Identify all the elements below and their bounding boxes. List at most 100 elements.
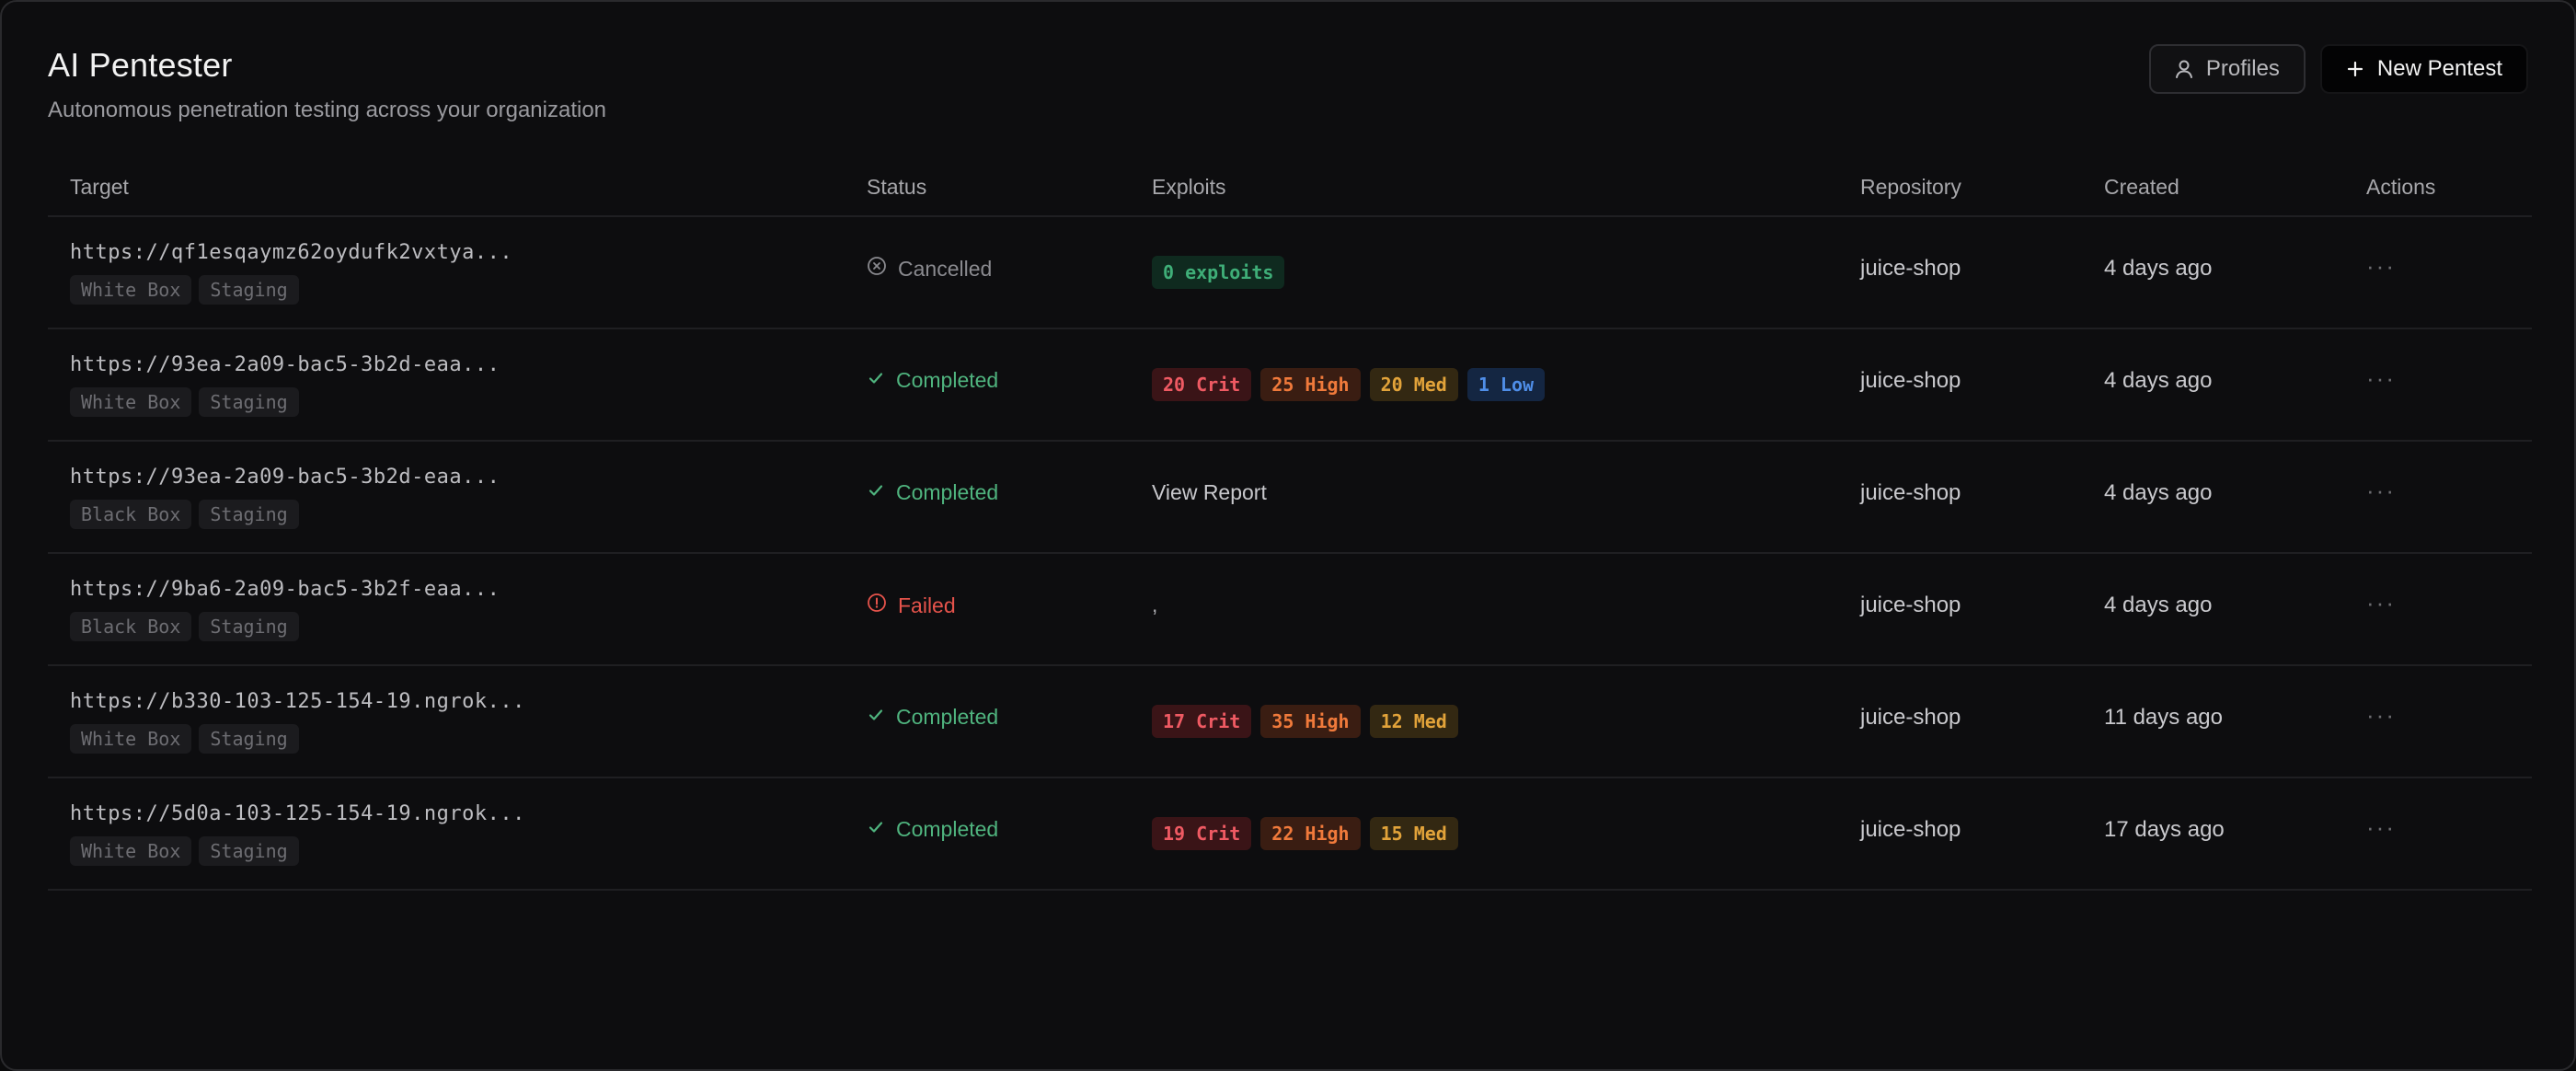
check-icon: [867, 705, 885, 730]
target-tag: White Box: [70, 836, 192, 866]
status-badge: Failed: [867, 593, 956, 618]
column-header-target[interactable]: Target: [70, 175, 129, 200]
more-icon[interactable]: ···: [2366, 477, 2396, 505]
created-cell: 4 days ago: [2104, 480, 2213, 505]
new-pentest-button[interactable]: New Pentest: [2319, 44, 2528, 94]
status-label: Completed: [896, 817, 999, 841]
table-row[interactable]: https://9ba6-2a09-bac5-3b2f-eaa... Black…: [48, 554, 2532, 666]
header-actions: Profiles New Pentest: [2148, 44, 2528, 94]
table-row[interactable]: https://5d0a-103-125-154-19.ngrok... Whi…: [48, 778, 2532, 891]
target-url[interactable]: https://b330-103-125-154-19.ngrok...: [70, 690, 525, 713]
column-header-repository[interactable]: Repository: [1860, 175, 1961, 200]
column-header-actions: Actions: [2366, 175, 2436, 199]
target-tag: Black Box: [70, 500, 192, 529]
more-icon[interactable]: ···: [2366, 589, 2396, 617]
exploit-badge: 25 High: [1260, 368, 1361, 401]
repository-cell: juice-shop: [1860, 368, 1961, 393]
created-cell: 4 days ago: [2104, 256, 2213, 281]
target-url[interactable]: https://qf1esqaymz62oydufk2vxtya...: [70, 241, 512, 264]
column-header-exploits[interactable]: Exploits: [1152, 175, 1226, 200]
target-url[interactable]: https://93ea-2a09-bac5-3b2d-eaa...: [70, 353, 500, 376]
column-header-status[interactable]: Status: [867, 175, 926, 200]
repository-cell: juice-shop: [1860, 817, 1961, 842]
x-circle-icon: [867, 256, 887, 282]
more-icon[interactable]: ···: [2366, 813, 2396, 842]
view-report-link[interactable]: View Report: [1152, 480, 1267, 505]
profiles-button[interactable]: Profiles: [2148, 44, 2306, 94]
target-tags: White Box Staging: [70, 387, 500, 417]
target-tags: Black Box Staging: [70, 500, 500, 529]
exploits-cell: 19 Crit 22 High 15 Med: [1152, 817, 1458, 850]
target-tag: Staging: [199, 500, 299, 529]
exploit-badge: 19 Crit: [1152, 817, 1252, 850]
target-tags: Black Box Staging: [70, 612, 500, 641]
exploit-badge: 15 Med: [1369, 817, 1458, 850]
status-label: Completed: [896, 368, 999, 392]
table-row[interactable]: https://93ea-2a09-bac5-3b2d-eaa... Black…: [48, 442, 2532, 554]
pentests-table: Target Status Exploits Repository Create…: [48, 155, 2532, 891]
created-cell: 17 days ago: [2104, 817, 2225, 842]
target-tag: Staging: [199, 612, 299, 641]
table-body: https://qf1esqaymz62oydufk2vxtya... Whit…: [48, 217, 2532, 891]
check-icon: [867, 368, 885, 393]
exploits-cell: ,: [1152, 593, 1157, 617]
app-window: AI Pentester Autonomous penetration test…: [0, 0, 2576, 1071]
status-badge: Completed: [867, 705, 998, 730]
target-url[interactable]: https://93ea-2a09-bac5-3b2d-eaa...: [70, 466, 500, 489]
status-badge: Completed: [867, 480, 998, 505]
exploits-cell: 17 Crit 35 High 12 Med: [1152, 705, 1458, 738]
target-tags: White Box Staging: [70, 724, 525, 754]
table-row[interactable]: https://qf1esqaymz62oydufk2vxtya... Whit…: [48, 217, 2532, 329]
exploits-cell: 0 exploits: [1152, 256, 1285, 289]
page-title: AI Pentester: [48, 46, 233, 84]
target-tag: White Box: [70, 387, 192, 417]
exploit-badge: 20 Crit: [1152, 368, 1252, 401]
status-label: Completed: [896, 705, 999, 729]
target-tag: Staging: [199, 387, 299, 417]
alert-circle-icon: [867, 593, 887, 618]
target-cell: https://5d0a-103-125-154-19.ngrok... Whi…: [70, 802, 525, 866]
repository-cell: juice-shop: [1860, 256, 1961, 281]
repository-cell: juice-shop: [1860, 705, 1961, 730]
column-header-created[interactable]: Created: [2104, 175, 2179, 200]
target-tag: White Box: [70, 724, 192, 754]
exploits-cell: 20 Crit 25 High 20 Med 1 Low: [1152, 368, 1546, 401]
target-tags: White Box Staging: [70, 836, 525, 866]
status-badge: Cancelled: [867, 256, 992, 282]
profiles-button-label: Profiles: [2205, 56, 2280, 81]
more-icon[interactable]: ···: [2366, 364, 2396, 393]
created-cell: 4 days ago: [2104, 368, 2213, 393]
target-cell: https://9ba6-2a09-bac5-3b2f-eaa... Black…: [70, 578, 500, 641]
created-cell: 4 days ago: [2104, 593, 2213, 617]
target-tag: Staging: [199, 836, 299, 866]
repository-cell: juice-shop: [1860, 593, 1961, 617]
more-icon[interactable]: ···: [2366, 701, 2396, 730]
status-label: Cancelled: [898, 256, 993, 281]
page-header: AI Pentester Autonomous penetration test…: [48, 46, 606, 123]
plus-icon: [2346, 60, 2364, 78]
table-row[interactable]: https://b330-103-125-154-19.ngrok... Whi…: [48, 666, 2532, 778]
exploit-badge: 0 exploits: [1152, 256, 1285, 289]
status-label: Failed: [898, 593, 956, 617]
target-cell: https://b330-103-125-154-19.ngrok... Whi…: [70, 690, 525, 754]
check-icon: [867, 480, 885, 505]
target-tags: White Box Staging: [70, 275, 512, 305]
check-icon: [867, 817, 885, 842]
exploit-badge: 20 Med: [1369, 368, 1458, 401]
repository-cell: juice-shop: [1860, 480, 1961, 505]
more-icon[interactable]: ···: [2366, 252, 2396, 281]
status-badge: Completed: [867, 817, 998, 842]
exploit-badge: 12 Med: [1369, 705, 1458, 738]
exploit-badge: 1 Low: [1466, 368, 1546, 401]
created-cell: 11 days ago: [2104, 705, 2223, 730]
target-tag: Staging: [199, 275, 299, 305]
status-label: Completed: [896, 480, 999, 504]
table-row[interactable]: https://93ea-2a09-bac5-3b2d-eaa... White…: [48, 329, 2532, 442]
target-tag: White Box: [70, 275, 192, 305]
table-header: Target Status Exploits Repository Create…: [48, 155, 2532, 217]
user-icon: [2175, 59, 2193, 79]
exploits-empty: ,: [1152, 593, 1158, 616]
target-url[interactable]: https://5d0a-103-125-154-19.ngrok...: [70, 802, 525, 825]
target-url[interactable]: https://9ba6-2a09-bac5-3b2f-eaa...: [70, 578, 500, 601]
target-tag: Black Box: [70, 612, 192, 641]
